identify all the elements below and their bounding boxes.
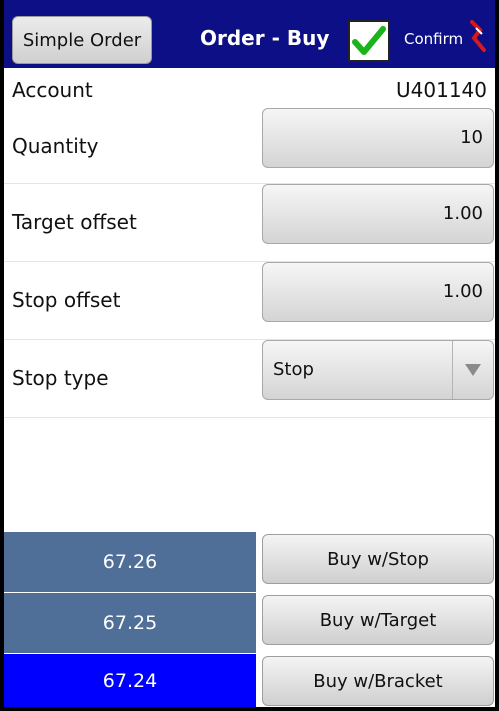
- page-title: Order - Buy: [200, 26, 330, 50]
- account-label: Account: [12, 78, 93, 102]
- submit-flag-icon[interactable]: [468, 20, 490, 56]
- target-offset-field[interactable]: 1.00: [262, 184, 494, 244]
- buy-with-bracket-button[interactable]: Buy w/Bracket: [262, 656, 494, 706]
- stop-type-select[interactable]: Stop: [262, 340, 494, 400]
- order-screen: Simple Order Order - Buy Confirm Account…: [0, 0, 499, 711]
- quantity-label: Quantity: [12, 134, 99, 158]
- account-value: U401140: [396, 78, 487, 102]
- buy-with-target-button[interactable]: Buy w/Target: [262, 595, 494, 645]
- stop-type-row: Stop type Stop: [4, 340, 495, 418]
- quantity-value: 10: [460, 127, 483, 148]
- target-offset-row: Target offset 1.00: [4, 184, 495, 262]
- stop-offset-row: Stop offset 1.00: [4, 262, 495, 340]
- stop-offset-value: 1.00: [442, 281, 483, 302]
- stop-type-label: Stop type: [12, 366, 109, 390]
- quantity-row: Quantity 10: [4, 106, 495, 184]
- target-offset-label: Target offset: [12, 210, 137, 234]
- target-offset-value: 1.00: [442, 203, 483, 224]
- buy-with-stop-button[interactable]: Buy w/Stop: [262, 534, 494, 584]
- stop-offset-label: Stop offset: [12, 288, 121, 312]
- account-row: Account U401140: [4, 70, 495, 106]
- quantity-field[interactable]: 10: [262, 108, 494, 168]
- price-cell-1: 67.25: [4, 593, 256, 653]
- checkmark-icon: [352, 26, 386, 55]
- price-cell-2: 67.24: [4, 654, 256, 707]
- stop-offset-field[interactable]: 1.00: [262, 262, 494, 322]
- stop-type-value: Stop: [273, 359, 314, 380]
- confirm-label[interactable]: Confirm: [404, 30, 463, 48]
- dropdown-arrow-icon[interactable]: [452, 341, 493, 399]
- price-cell-0: 67.26: [4, 532, 256, 592]
- simple-order-button[interactable]: Simple Order: [12, 16, 152, 64]
- header-bar: Simple Order Order - Buy Confirm: [4, 0, 495, 68]
- confirm-checkbox[interactable]: [348, 20, 390, 62]
